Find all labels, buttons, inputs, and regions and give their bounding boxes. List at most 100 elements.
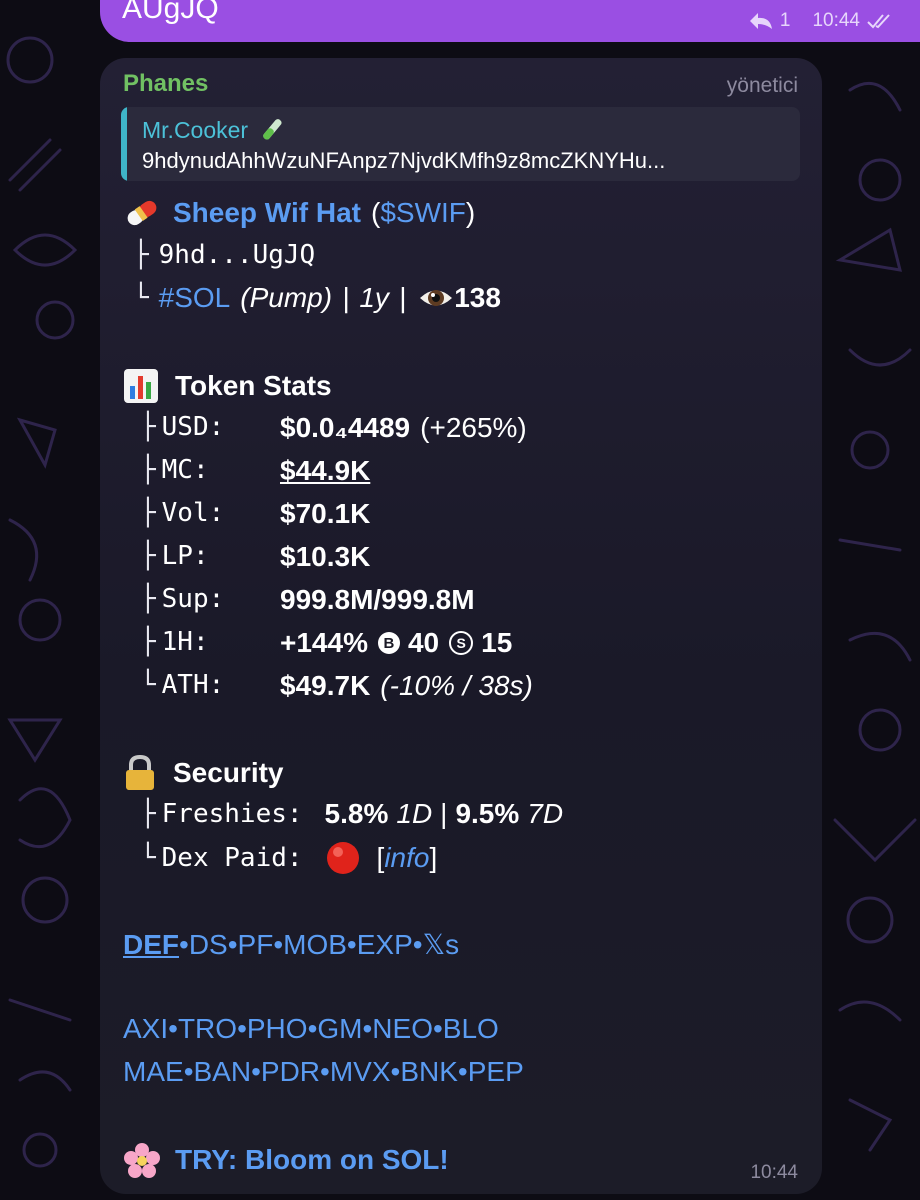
- token-open-paren: (: [371, 197, 381, 228]
- stat-label: Sup:: [161, 584, 225, 614]
- bracket: ]: [429, 842, 438, 873]
- quick-link-2[interactable]: PDR: [261, 1056, 320, 1087]
- link-separator: •: [390, 1056, 401, 1087]
- quick-link-1[interactable]: BAN: [194, 1056, 252, 1087]
- promo-line: TRY: Bloom on SOL!: [123, 1142, 449, 1178]
- sender-name[interactable]: Phanes: [123, 70, 208, 98]
- chain-hashtag[interactable]: #SOL: [159, 282, 231, 314]
- tree-branch: ├: [140, 455, 156, 485]
- outgoing-message-meta: 1 10:44: [748, 8, 892, 34]
- stat-value: +144%: [280, 627, 368, 658]
- reply-preview[interactable]: Mr.Cooker 9hdynudAhhWzuNFAnpz7NjvdKMfh9z…: [121, 107, 800, 181]
- token-name-link[interactable]: Sheep Wif Hat: [173, 197, 361, 229]
- separator: |: [342, 282, 350, 313]
- link-separator: •: [273, 929, 284, 960]
- sender-role-badge: yönetici: [726, 74, 798, 97]
- link-separator: •: [346, 929, 357, 960]
- quick-link-1[interactable]: DS: [189, 929, 228, 960]
- link-separator: •: [320, 1056, 330, 1087]
- tree-branch: ├: [140, 541, 156, 571]
- ath-change: (-10% / 38s): [380, 670, 533, 701]
- bracket: [: [376, 842, 385, 873]
- buys-count: 40: [407, 627, 440, 658]
- links-row-3: MAE•BAN•PDR•MVX•BNK•PEP: [123, 1056, 524, 1088]
- quick-link-3[interactable]: GM: [317, 1013, 362, 1044]
- token-address[interactable]: 9hd...UgJQ: [159, 240, 316, 270]
- link-separator: •: [307, 1013, 318, 1044]
- reply-snippet: 9hdynudAhhWzuNFAnpz7NjvdKMfh9z8mcZKNYHu.…: [142, 148, 666, 173]
- double-check-icon: [867, 14, 890, 29]
- stats-header: Token Stats: [123, 368, 332, 404]
- stat-value-mc: $44.9K: [280, 455, 370, 487]
- token-ticker-link[interactable]: $SWIF: [380, 197, 466, 229]
- token-age: 1y: [359, 282, 389, 313]
- link-separator: •: [237, 1013, 247, 1044]
- stat-value-sup: 999.8M/999.8M: [280, 584, 475, 616]
- quick-link-0[interactable]: MAE: [123, 1056, 184, 1087]
- token-close-paren: ): [465, 197, 476, 228]
- links-row-2: AXI•TRO•PHO•GM•NEO•BLO: [123, 1013, 499, 1045]
- views-count: 138: [454, 282, 501, 313]
- stat-value: 999.8M/999.8M: [280, 584, 475, 615]
- market-cap-link[interactable]: $44.9K: [280, 455, 370, 487]
- quick-link-0[interactable]: AXI: [123, 1013, 168, 1044]
- quick-link-4[interactable]: EXP: [357, 929, 413, 960]
- outgoing-time: 10:44: [812, 10, 860, 31]
- promo-link[interactable]: TRY: Bloom on SOL!: [175, 1144, 449, 1176]
- tree-branch: ├: [133, 240, 149, 270]
- freshies-1d: 5.8%: [324, 798, 389, 829]
- stat-label: USD:: [161, 412, 225, 442]
- stat-label: ATH:: [161, 670, 225, 700]
- tree-branch: └: [133, 283, 149, 313]
- stat-row-1h: ├ 1H:: [140, 627, 209, 657]
- quick-link-3[interactable]: MVX: [330, 1056, 391, 1087]
- link-separator: •: [412, 929, 423, 960]
- quick-link-4[interactable]: NEO: [372, 1013, 433, 1044]
- separator: |: [398, 282, 407, 313]
- tree-branch: ├: [140, 412, 156, 442]
- sells-count: 15: [481, 627, 513, 658]
- token-meta-line: └ #SOL (Pump) | 1y | 138: [133, 282, 501, 314]
- link-separator: •: [251, 1056, 261, 1087]
- quick-link-3[interactable]: MOB: [283, 929, 347, 960]
- stat-change: (+265%): [420, 412, 527, 443]
- separator: |: [440, 798, 448, 829]
- quick-link-5[interactable]: PEP: [468, 1056, 524, 1087]
- dex-paid-row: └ Dex Paid: [ info ]: [140, 840, 437, 876]
- stat-value: $10.3K: [280, 541, 371, 572]
- stat-label: Vol:: [161, 498, 225, 528]
- stat-row-usd: ├ USD:: [140, 412, 224, 442]
- stat-value-lp: $10.3K: [280, 541, 370, 573]
- stat-value: $49.7K: [280, 670, 371, 701]
- platform-label: (Pump): [240, 282, 333, 313]
- stat-row-sup: ├ Sup:: [140, 584, 224, 614]
- quick-link-5[interactable]: 𝕏s: [423, 929, 460, 960]
- freshies-row: ├ Freshies: 5.8% 1D | 9.5% 7D: [140, 798, 563, 830]
- stat-row-vol: ├ Vol:: [140, 498, 224, 528]
- reply-arrow-icon: [749, 13, 772, 29]
- stat-value-ath: $49.7K (-10% / 38s): [280, 670, 533, 702]
- quick-link-4[interactable]: BNK: [400, 1056, 458, 1087]
- pill-icon: [127, 200, 157, 226]
- stat-label: 1H:: [161, 627, 209, 657]
- quick-link-1[interactable]: TRO: [178, 1013, 237, 1044]
- freshies-label: Freshies:: [161, 799, 303, 829]
- info-link[interactable]: info: [384, 842, 429, 874]
- quick-link-2[interactable]: PF: [238, 929, 274, 960]
- dex-paid-label: Dex Paid:: [161, 843, 303, 873]
- quick-link-0[interactable]: DEF: [123, 929, 179, 960]
- link-separator: •: [168, 1013, 178, 1044]
- stat-value-vol: $70.1K: [280, 498, 370, 530]
- tree-branch: ├: [140, 584, 156, 614]
- token-title-line: Sheep Wif Hat ( $SWIF ): [123, 196, 475, 230]
- bar-chart-icon: [124, 369, 158, 403]
- stat-row-mc: ├ MC:: [140, 455, 209, 485]
- freshies-7d: 9.5%: [455, 798, 520, 829]
- stat-row-lp: ├ LP:: [140, 541, 209, 571]
- sells-icon: S: [449, 631, 474, 655]
- stat-value: $70.1K: [280, 498, 371, 529]
- quick-link-5[interactable]: BLO: [443, 1013, 499, 1044]
- quick-link-2[interactable]: PHO: [247, 1013, 308, 1044]
- tree-branch: └: [140, 670, 156, 700]
- link-separator: •: [362, 1013, 373, 1044]
